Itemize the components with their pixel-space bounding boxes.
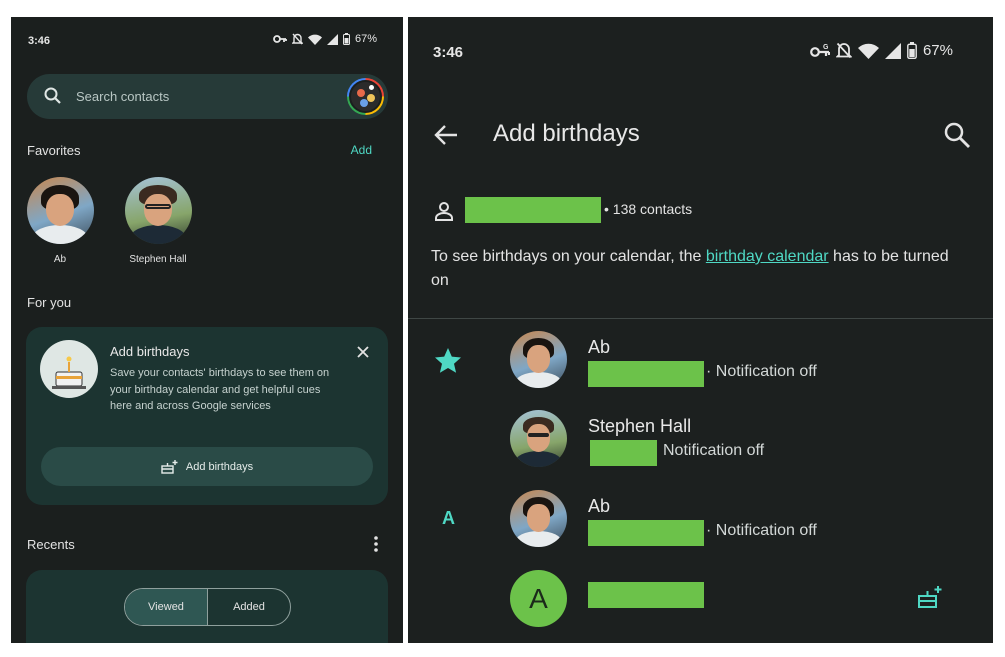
for-you-title: For you — [27, 295, 72, 310]
contact-photo[interactable] — [510, 490, 567, 547]
status-time: 3:46 — [433, 44, 464, 61]
favorite-name: Ab — [53, 254, 67, 265]
contact-letter-avatar[interactable]: A — [510, 570, 567, 627]
redacted-birthday — [588, 520, 704, 546]
recents-segmented-control: Viewed Added — [124, 588, 291, 626]
add-birthdays-screen: 3:46 G 67% Add birthdays • 138 contacts … — [408, 17, 993, 643]
birthday-calendar-link[interactable]: birthday calendar — [706, 248, 829, 265]
contact-photo[interactable] — [510, 410, 567, 467]
status-bar: 3:46 G 67% — [408, 17, 993, 77]
battery-percent: 67% — [922, 42, 953, 59]
contact-photo[interactable] — [510, 331, 567, 388]
battery-percent: 67% — [354, 33, 377, 45]
contacts-home-screen: 3:46 67% Search contacts Favorites Add A — [11, 17, 403, 643]
wifi-icon — [857, 43, 879, 59]
card-body: Save your contacts' birthdays to see the… — [110, 367, 330, 412]
cake-illustration — [40, 340, 98, 398]
add-favorite-link[interactable]: Add — [351, 143, 372, 157]
notification-status: Notification off — [663, 442, 765, 459]
contact-name[interactable]: Stephen Hall — [588, 416, 691, 437]
recents-card: Viewed Added — [26, 570, 388, 643]
account-avatar[interactable] — [347, 78, 384, 115]
favorite-contact-stephen-hall[interactable]: Stephen Hall — [113, 177, 203, 265]
signal-icon — [326, 33, 338, 45]
search-icon[interactable] — [943, 121, 971, 149]
recents-title: Recents — [27, 537, 75, 552]
bell-off-icon — [291, 33, 303, 45]
birthday-calendar-info: To see birthdays on your calendar, the b… — [431, 245, 961, 293]
redacted-contact-name — [588, 582, 704, 608]
redacted-birthday — [590, 440, 657, 466]
status-bar: 3:46 67% — [11, 17, 403, 63]
bell-off-icon — [835, 42, 852, 59]
segment-added[interactable]: Added — [208, 589, 290, 625]
cake-add-icon[interactable] — [917, 585, 943, 609]
card-title: Add birthdays — [110, 344, 190, 359]
favorites-title: Favorites — [27, 143, 81, 158]
signal-icon — [884, 42, 901, 59]
search-bar[interactable]: Search contacts — [27, 74, 388, 119]
add-birthdays-button-label: Add birthdays — [185, 460, 254, 473]
add-birthdays-button[interactable]: Add birthdays — [41, 447, 373, 486]
battery-icon — [342, 33, 350, 45]
key-icon — [273, 35, 287, 43]
redacted-birthday — [588, 361, 704, 387]
status-time: 3:46 — [28, 35, 51, 47]
back-arrow-icon[interactable] — [433, 122, 459, 148]
contact-photo — [26, 177, 94, 244]
star-icon — [435, 348, 461, 373]
search-placeholder: Search contacts — [76, 89, 170, 104]
page-title: Add birthdays — [493, 120, 640, 147]
more-vert-icon[interactable] — [374, 536, 378, 552]
contact-photo — [124, 177, 192, 244]
close-icon[interactable] — [356, 345, 370, 359]
divider — [408, 318, 993, 319]
notification-status: · Notification off — [706, 522, 817, 539]
contacts-count: • 138 contacts — [604, 201, 693, 217]
person-icon — [435, 202, 453, 221]
svg-text:G: G — [823, 44, 829, 51]
search-icon — [44, 87, 61, 104]
contact-name[interactable]: Ab — [588, 337, 610, 358]
wifi-icon — [307, 34, 322, 45]
contact-name[interactable]: Ab — [588, 496, 610, 517]
segment-viewed[interactable]: Viewed — [125, 589, 208, 625]
section-letter: A — [442, 508, 455, 528]
info-text-start: To see birthdays on your calendar, the — [431, 248, 706, 265]
favorite-contact-ab[interactable]: Ab — [15, 177, 105, 265]
battery-icon — [907, 42, 917, 59]
key-icon: G — [810, 44, 830, 57]
cake-add-icon — [161, 460, 178, 474]
favorite-name: Stephen Hall — [129, 254, 187, 265]
redacted-account-name — [465, 197, 601, 223]
notification-status: · Notification off — [706, 363, 817, 380]
add-birthdays-card: Add birthdays Save your contacts' birthd… — [26, 327, 388, 505]
